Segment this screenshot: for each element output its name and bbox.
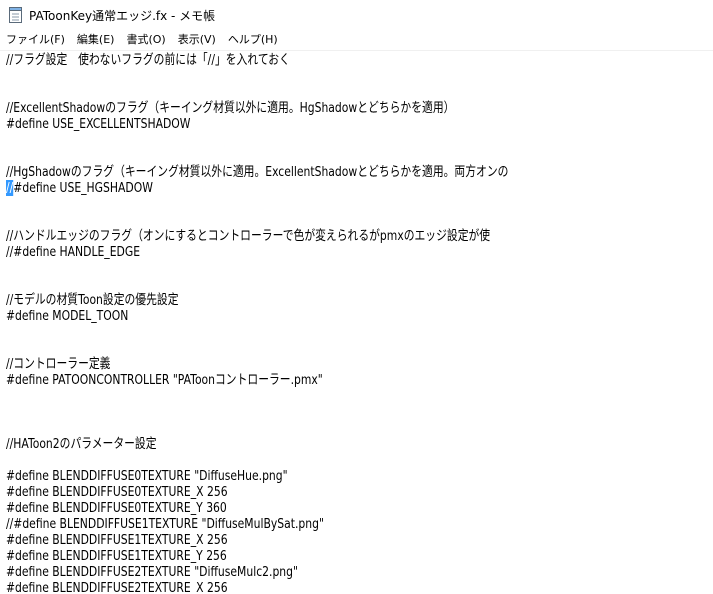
selected-line-rest: #define USE_HGSHADOW [13,180,153,196]
menu-edit[interactable]: 編集(E) [71,30,121,50]
editor-line: //コントローラー定義 [6,356,111,372]
editor-line: //ハンドルエッジのフラグ（オンにするとコントローラーで色が変えられるがpmxの… [6,228,491,244]
editor-line-selected: //#define USE_HGSHADOW [6,180,153,197]
editor-line: #define PATOONCONTROLLER "PAToonコントローラー.… [6,372,323,388]
menu-file[interactable]: ファイル(F) [0,30,71,50]
editor-line: //#define HANDLE_EDGE [6,244,141,260]
editor-line: #define MODEL_TOON [6,308,129,324]
editor-line: //HgShadowのフラグ（キーイング材質以外に適用。ExcellentSha… [6,164,509,180]
editor-line: //フラグ設定 使わないフラグの前には「//」を入れておく [6,52,290,68]
text-selection: // [6,180,14,196]
editor-line: #define BLENDDIFFUSE2TEXTURE "DiffuseMul… [6,564,298,580]
editor-line: //ExcellentShadowのフラグ（キーイング材質以外に適用。HgSha… [6,100,455,116]
editor-line: //HAToon2のパラメーター設定 [6,436,157,452]
editor-line: #define USE_EXCELLENTSHADOW [6,116,191,132]
editor-line: //モデルの材質Toon設定の優先設定 [6,292,179,308]
notepad-window: PAToonKey通常エッジ.fx - メモ帳 ファイル(F) 編集(E) 書式… [0,0,713,594]
menu-view[interactable]: 表示(V) [172,30,222,50]
title-bar[interactable]: PAToonKey通常エッジ.fx - メモ帳 [0,0,713,30]
menu-format[interactable]: 書式(O) [120,30,171,50]
menu-help[interactable]: ヘルプ(H) [222,30,284,50]
editor-line: #define BLENDDIFFUSE1TEXTURE_Y 256 [6,548,227,564]
editor-line: #define BLENDDIFFUSE0TEXTURE_Y 360 [6,500,227,516]
editor-line: //#define BLENDDIFFUSE1TEXTURE "DiffuseM… [6,516,324,532]
window-title: PAToonKey通常エッジ.fx - メモ帳 [29,8,216,23]
text-editor[interactable]: //フラグ設定 使わないフラグの前には「//」を入れておく //Excellen… [0,51,713,594]
menu-bar: ファイル(F) 編集(E) 書式(O) 表示(V) ヘルプ(H) [0,30,713,51]
editor-line: #define BLENDDIFFUSE2TEXTURE_X 256 [6,580,228,594]
editor-line: #define BLENDDIFFUSE0TEXTURE_X 256 [6,484,228,500]
editor-line: #define BLENDDIFFUSE1TEXTURE_X 256 [6,532,228,548]
editor-line: #define BLENDDIFFUSE0TEXTURE "DiffuseHue… [6,468,288,484]
notepad-icon [9,7,22,23]
